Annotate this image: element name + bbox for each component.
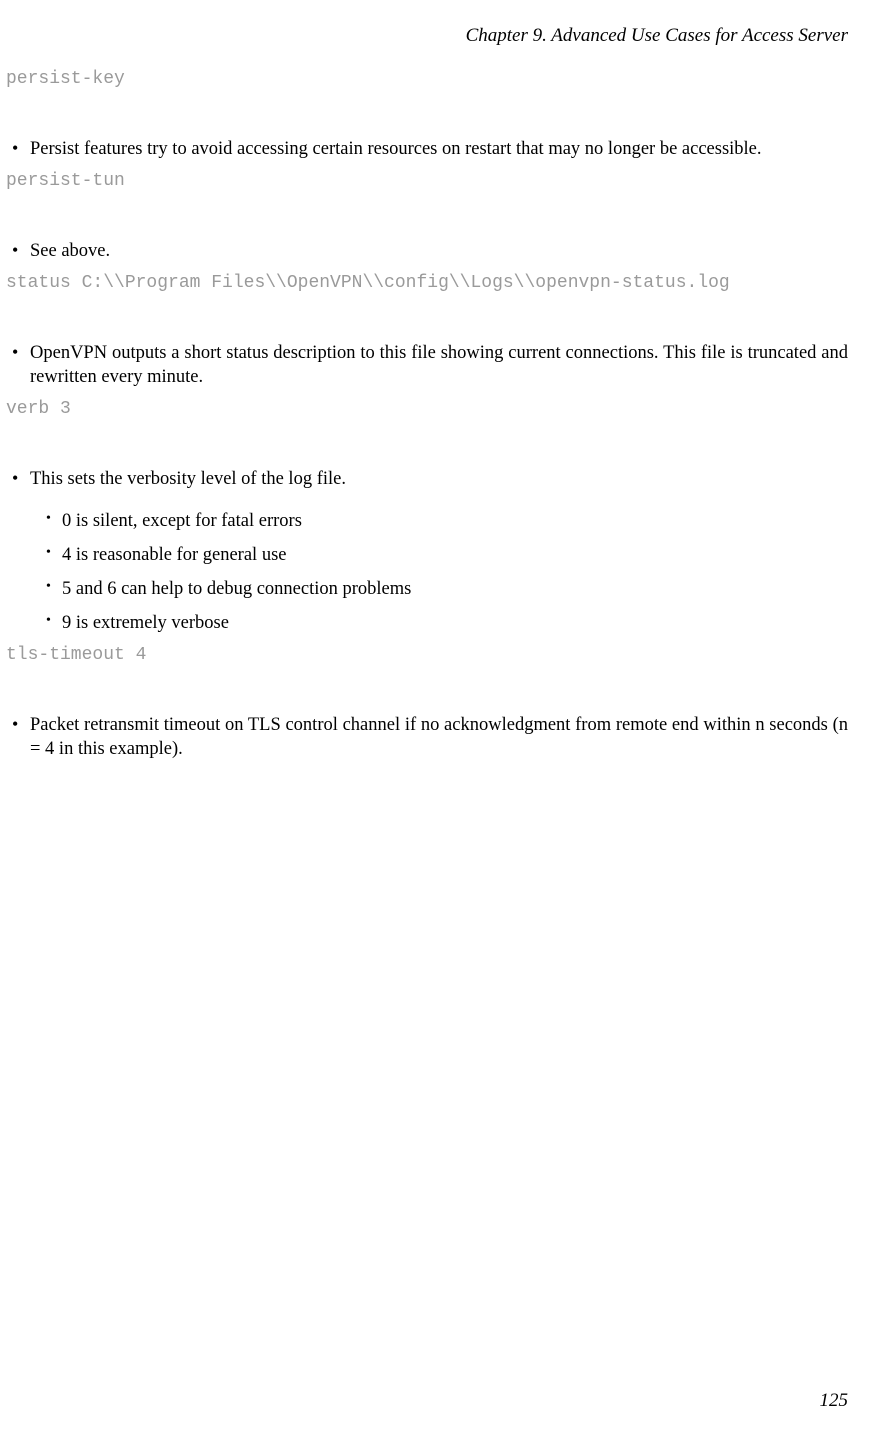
code-verb: verb 3 (0, 399, 870, 419)
bullet-verb-text: This sets the verbosity level of the log… (30, 469, 346, 489)
page-container: Chapter 9. Advanced Use Cases for Access… (0, 0, 870, 762)
page-number: 125 (820, 1390, 849, 1412)
code-status: status C:\\Program Files\\OpenVPN\\confi… (0, 273, 870, 293)
chapter-header: Chapter 9. Advanced Use Cases for Access… (0, 25, 870, 47)
bullet-list: This sets the verbosity level of the log… (0, 467, 870, 635)
code-persist-key: persist-key (0, 69, 870, 89)
bullet-verb: This sets the verbosity level of the log… (12, 467, 848, 635)
inner-bullet-9: 9 is extremely verbose (46, 611, 848, 635)
bullet-list: OpenVPN outputs a short status descripti… (0, 341, 870, 389)
bullet-list: Packet retransmit timeout on TLS control… (0, 713, 870, 761)
bullet-persist-key: Persist features try to avoid accessing … (12, 137, 848, 161)
bullet-persist-tun: See above. (12, 239, 848, 263)
code-persist-tun: persist-tun (0, 171, 870, 191)
bullet-list: See above. (0, 239, 870, 263)
bullet-list: Persist features try to avoid accessing … (0, 137, 870, 161)
bullet-tls-timeout: Packet retransmit timeout on TLS control… (12, 713, 848, 761)
inner-bullet-4: 4 is reasonable for general use (46, 543, 848, 567)
code-tls-timeout: tls-timeout 4 (0, 645, 870, 665)
inner-bullet-56: 5 and 6 can help to debug connection pro… (46, 577, 848, 601)
bullet-status: OpenVPN outputs a short status descripti… (12, 341, 848, 389)
inner-bullet-list: 0 is silent, except for fatal errors 4 i… (46, 509, 848, 635)
inner-bullet-0: 0 is silent, except for fatal errors (46, 509, 848, 533)
